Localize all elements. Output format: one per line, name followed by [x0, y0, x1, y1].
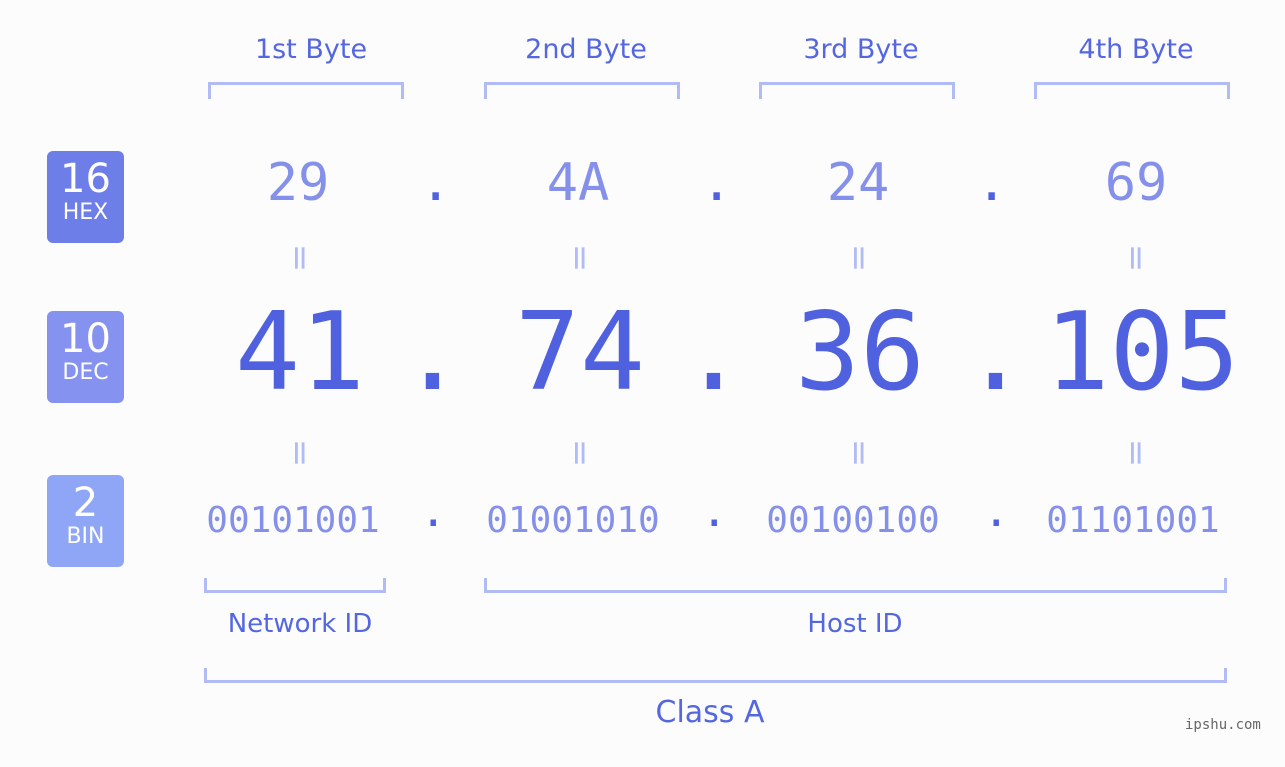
bin-badge: 2 BIN: [47, 475, 124, 567]
dec-badge: 10 DEC: [47, 311, 124, 403]
equals-icon: =: [280, 243, 320, 273]
dec-value-3: 36: [794, 290, 926, 415]
hex-value-4: 69: [1104, 153, 1168, 213]
equals-icon: =: [839, 438, 879, 468]
bin-value-1: 00101001: [206, 500, 380, 541]
byte-bracket-4: [1034, 82, 1230, 99]
byte-bracket-1: [208, 82, 404, 99]
network-id-bracket: [204, 578, 386, 593]
class-label: Class A: [655, 695, 765, 730]
bin-label: BIN: [66, 524, 105, 549]
bin-base: 2: [72, 480, 99, 526]
equals-icon: =: [560, 438, 600, 468]
hex-dot-1: .: [420, 153, 452, 213]
hex-base: 16: [60, 156, 111, 202]
hex-dot-3: .: [976, 153, 1008, 213]
dec-dot-1: .: [400, 290, 466, 415]
byte-bracket-2: [484, 82, 680, 99]
bin-value-3: 00100100: [766, 500, 940, 541]
byte-label-3: 3rd Byte: [803, 34, 919, 65]
host-id-label: Host ID: [807, 609, 903, 639]
bin-dot-1: .: [420, 486, 447, 537]
class-bracket: [204, 668, 1227, 683]
byte-label-1: 1st Byte: [254, 34, 368, 65]
bin-value-2: 01001010: [486, 500, 660, 541]
bin-dot-2: .: [701, 486, 728, 537]
host-id-bracket: [484, 578, 1227, 593]
dec-dot-3: .: [963, 290, 1029, 415]
hex-badge: 16 HEX: [47, 151, 124, 243]
dec-dot-2: .: [681, 290, 747, 415]
equals-icon: =: [1116, 438, 1156, 468]
dec-base: 10: [60, 316, 111, 362]
dec-value-4: 105: [1044, 290, 1240, 415]
bin-value-4: 01101001: [1046, 500, 1220, 541]
hex-label: HEX: [62, 200, 109, 225]
hex-dot-2: .: [701, 153, 733, 213]
dec-value-1: 41: [234, 290, 366, 415]
byte-label-2: 2nd Byte: [525, 34, 647, 65]
dec-label: DEC: [62, 360, 109, 385]
equals-icon: =: [280, 438, 320, 468]
watermark: ipshu.com: [1185, 717, 1261, 733]
hex-value-1: 29: [266, 153, 330, 213]
byte-bracket-3: [759, 82, 955, 99]
dec-value-2: 74: [514, 290, 646, 415]
network-id-label: Network ID: [227, 609, 373, 639]
bin-dot-3: .: [983, 486, 1010, 537]
equals-icon: =: [560, 243, 600, 273]
hex-value-2: 4A: [546, 153, 610, 213]
equals-icon: =: [1116, 243, 1156, 273]
byte-label-4: 4th Byte: [1078, 34, 1194, 65]
hex-value-3: 24: [826, 153, 890, 213]
equals-icon: =: [839, 243, 879, 273]
